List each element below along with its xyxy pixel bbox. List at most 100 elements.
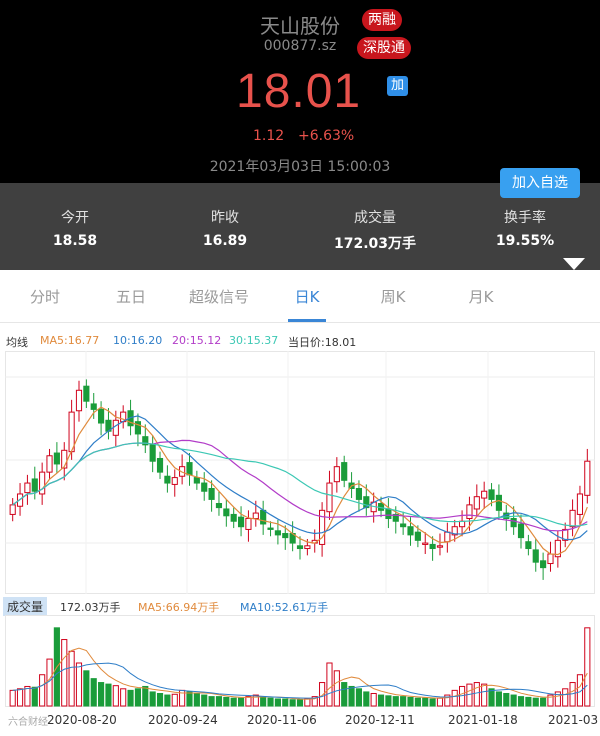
candle-body bbox=[83, 385, 90, 402]
volume-bar bbox=[510, 694, 517, 707]
stock-code: 000877.sz bbox=[263, 38, 337, 54]
candle-body bbox=[517, 523, 525, 539]
candle-body bbox=[532, 549, 539, 563]
candle-body bbox=[223, 508, 230, 517]
tab-weekly-k[interactable]: 周K bbox=[348, 286, 438, 307]
candle-body bbox=[525, 541, 532, 550]
stat-turnover: 换手率 19.55% bbox=[465, 207, 585, 249]
candle-body bbox=[414, 531, 421, 541]
candle-body bbox=[252, 512, 259, 520]
volume-bar bbox=[171, 693, 178, 707]
candle-body bbox=[260, 509, 267, 525]
stat-label: 昨收 bbox=[211, 210, 239, 226]
volume-bar bbox=[584, 627, 591, 707]
volume-bar bbox=[149, 691, 156, 707]
price-change-percent: +6.63% bbox=[298, 128, 355, 144]
volume-bar bbox=[355, 688, 363, 707]
stat-value: 18.58 bbox=[52, 233, 98, 249]
stat-value: 172.03万手 bbox=[333, 236, 417, 252]
collapse-triangle-icon[interactable] bbox=[563, 258, 585, 270]
date-label: 2021-03 bbox=[548, 713, 599, 727]
volume-ma5: MA5:66.94万手 bbox=[138, 601, 220, 614]
candlestick-chart[interactable] bbox=[5, 351, 595, 594]
candle-body bbox=[31, 478, 38, 492]
volume-bar bbox=[9, 689, 16, 707]
tab-monthly-k[interactable]: 月K bbox=[436, 286, 526, 307]
candle-body bbox=[245, 518, 252, 530]
volume-ma10: MA10:52.61万手 bbox=[240, 601, 329, 614]
volume-bar bbox=[540, 697, 547, 707]
ma10-line bbox=[12, 415, 588, 541]
volume-bar bbox=[392, 696, 399, 707]
volume-bar bbox=[274, 698, 281, 707]
current-price-readout: 当日价:18.01 bbox=[288, 336, 357, 349]
watermark-logo: 六合财经 bbox=[8, 717, 48, 728]
tab-super-signal[interactable]: 超级信号 bbox=[174, 286, 264, 307]
candle-body bbox=[341, 462, 348, 481]
margin-trading-badge[interactable]: 两融 bbox=[362, 9, 402, 31]
stat-volume: 成交量 172.03万手 bbox=[315, 207, 435, 253]
stat-label: 成交量 bbox=[354, 210, 396, 226]
volume-bar bbox=[451, 689, 458, 707]
candle-body bbox=[274, 530, 281, 536]
current-price: 18.01 bbox=[236, 65, 362, 118]
candle-body bbox=[510, 518, 517, 528]
volume-bar bbox=[134, 688, 142, 707]
add-icon-button[interactable]: 加 bbox=[387, 76, 408, 96]
candle-body bbox=[488, 489, 495, 500]
price-change: 1.12 bbox=[253, 128, 285, 144]
stat-prev-close: 昨收 16.89 bbox=[165, 207, 285, 249]
ma20-value: 20:15.12 bbox=[172, 334, 222, 347]
tab-daily-k[interactable]: 日K bbox=[262, 286, 352, 307]
stock-connect-badge[interactable]: 深股通 bbox=[357, 37, 411, 59]
volume-bar bbox=[333, 670, 340, 707]
volume-bar bbox=[341, 682, 348, 707]
candle-body bbox=[90, 403, 97, 410]
candle-body bbox=[547, 553, 554, 565]
volume-label[interactable]: 成交量 bbox=[3, 597, 48, 616]
volume-bar bbox=[422, 697, 429, 707]
volume-bar bbox=[296, 699, 304, 707]
ma30-line bbox=[12, 442, 588, 527]
volume-bar bbox=[112, 685, 119, 707]
candle-body bbox=[296, 545, 304, 550]
volume-bar bbox=[186, 691, 193, 707]
candle-body bbox=[576, 493, 584, 515]
volume-bar bbox=[83, 670, 90, 707]
candle-body bbox=[444, 531, 451, 543]
volume-bar bbox=[156, 692, 164, 707]
volume-bar bbox=[75, 662, 83, 707]
candle-body bbox=[75, 389, 83, 412]
candle-body bbox=[473, 496, 480, 510]
candle-body bbox=[24, 482, 31, 494]
ma30-value: 30:15.37 bbox=[229, 334, 279, 347]
volume-chart[interactable] bbox=[5, 615, 595, 707]
candle-body bbox=[385, 508, 392, 520]
volume-bar bbox=[414, 697, 421, 707]
date-label: 2020-08-20 bbox=[47, 713, 117, 727]
add-to-watchlist-button[interactable]: 加入自选 bbox=[500, 168, 580, 198]
candle-body bbox=[237, 516, 245, 528]
candle-body bbox=[429, 543, 436, 550]
candle-body bbox=[9, 504, 16, 515]
candle-body bbox=[193, 477, 200, 484]
volume-bar bbox=[429, 698, 436, 707]
volume-bar bbox=[215, 696, 223, 707]
candle-body bbox=[466, 504, 473, 520]
candle-body bbox=[156, 457, 164, 473]
candle-body bbox=[282, 533, 289, 539]
volume-bar bbox=[525, 696, 532, 707]
volume-bar bbox=[201, 694, 208, 707]
stat-value: 19.55% bbox=[495, 233, 555, 249]
candle-body bbox=[201, 482, 208, 492]
volume-bar bbox=[562, 688, 569, 707]
volume-bar bbox=[105, 683, 112, 707]
volume-bar bbox=[304, 698, 311, 707]
volume-bar bbox=[260, 696, 267, 707]
tab-intraday[interactable]: 分时 bbox=[0, 286, 90, 307]
ma5-value: MA5:16.77 bbox=[40, 334, 100, 347]
candle-body bbox=[230, 513, 237, 522]
volume-bar bbox=[90, 678, 97, 707]
volume-bar bbox=[61, 639, 68, 707]
tab-five-day[interactable]: 五日 bbox=[86, 286, 176, 307]
